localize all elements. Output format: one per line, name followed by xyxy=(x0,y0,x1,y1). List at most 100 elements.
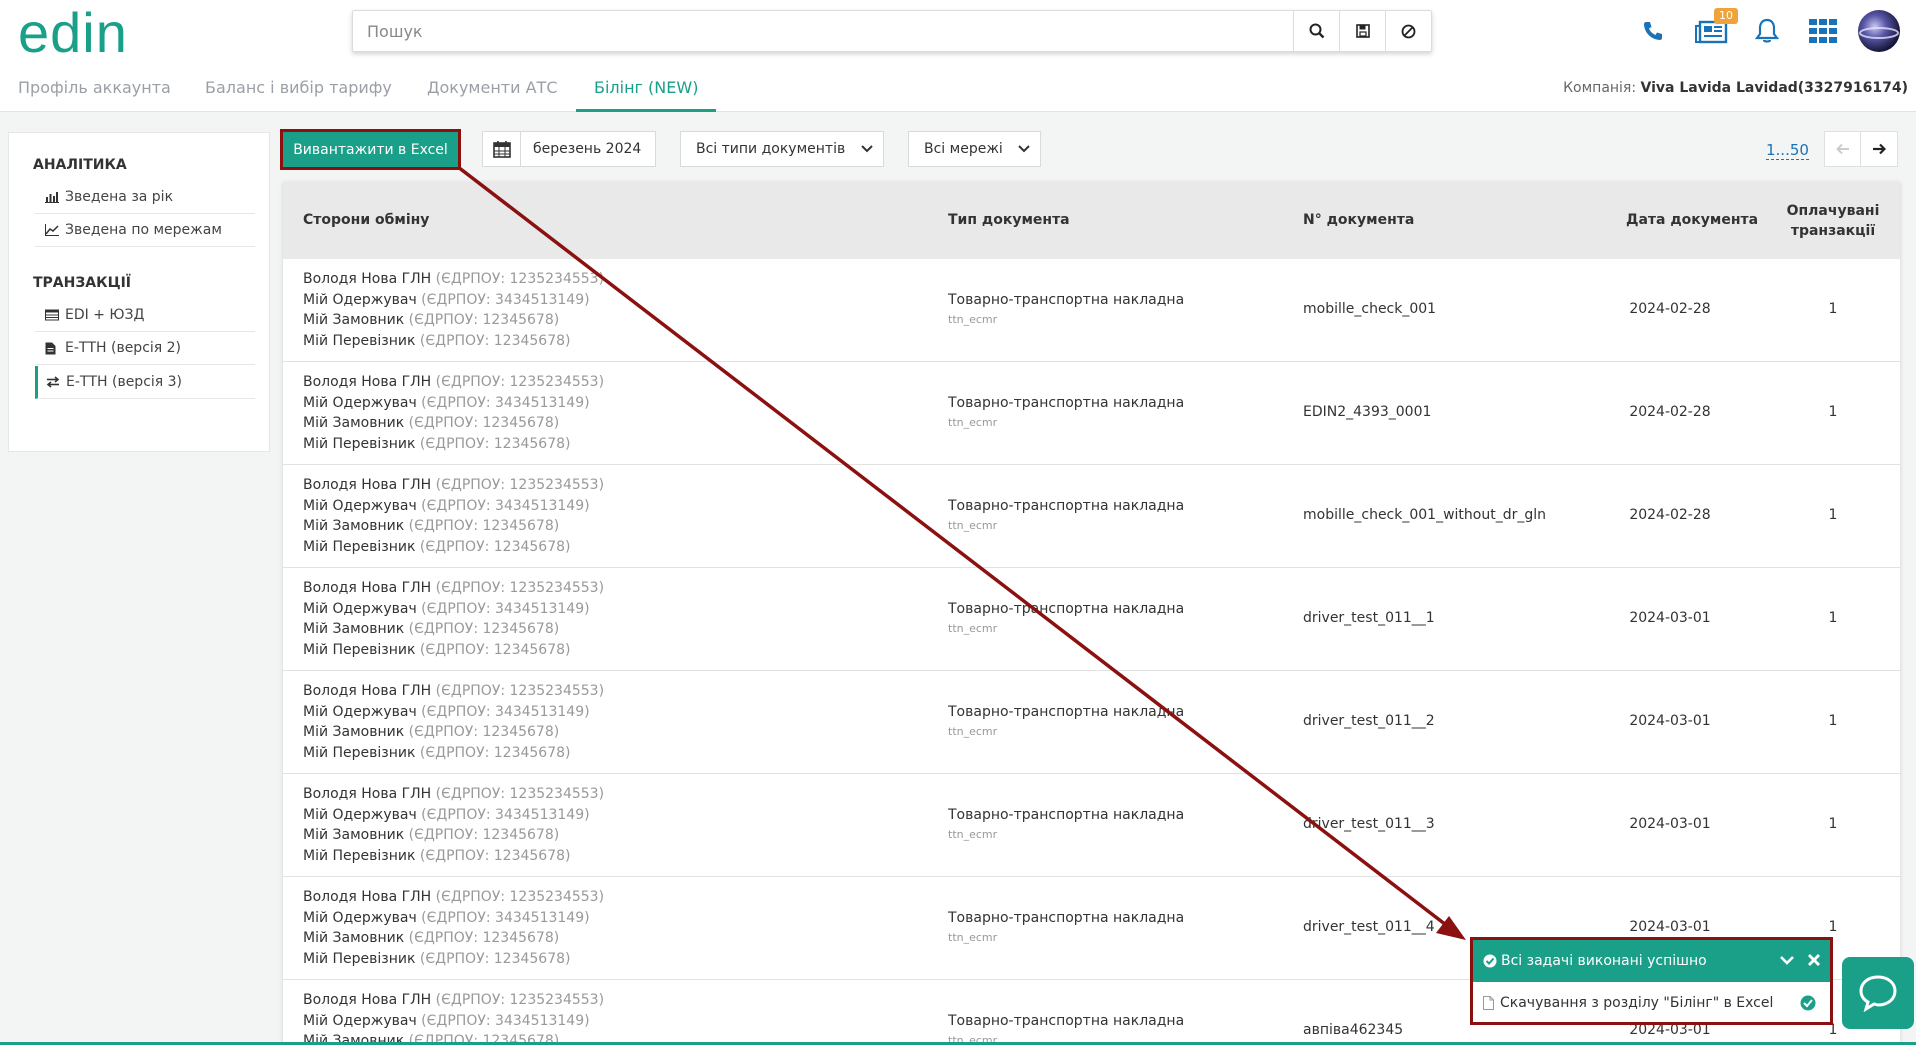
close-icon[interactable] xyxy=(1807,953,1821,967)
party-name: Мій Одержувач xyxy=(303,600,417,617)
news-button[interactable]: 10 xyxy=(1692,8,1738,54)
apps-menu-button[interactable] xyxy=(1806,8,1840,54)
apps-grid-icon xyxy=(1809,19,1837,43)
party-code: (ЄДРПОУ: 3434513149) xyxy=(421,394,590,411)
calendar-icon[interactable] xyxy=(483,132,521,166)
sidebar-item-yearly-summary[interactable]: Зведена за рік xyxy=(35,181,255,214)
party-name: Мій Одержувач xyxy=(303,703,417,720)
header-paid-transactions: Оплачувані транзакції xyxy=(1783,201,1883,241)
tab-balance-tariff[interactable]: Баланс і вибір тарифу xyxy=(205,64,392,112)
doc-number-cell: driver_test_011__1 xyxy=(1303,610,1435,626)
collapse-chevron-icon[interactable] xyxy=(1779,953,1795,967)
party-code: (ЄДРПОУ: 3434513149) xyxy=(421,1012,590,1029)
party-name: Мій Замовник xyxy=(303,930,405,946)
pagination-range[interactable]: 1...50 xyxy=(1766,141,1809,160)
sidebar-item-network-summary[interactable]: Зведена по мережам xyxy=(35,214,255,247)
notifications-button[interactable] xyxy=(1752,8,1782,54)
party-code: (ЄДРПОУ: 3434513149) xyxy=(421,600,590,617)
party-code: (ЄДРПОУ: 1235234553) xyxy=(435,889,605,905)
search-icon xyxy=(1309,23,1324,39)
party-name: Мій Одержувач xyxy=(303,909,417,926)
party-name: Володя Нова ГЛН xyxy=(303,271,432,287)
table-row[interactable]: Володя Нова ГЛН (ЄДРПОУ: 1235234553) Мій … xyxy=(283,671,1900,774)
table-icon xyxy=(45,309,63,321)
notification-title: Всі задачі виконані успішно xyxy=(1501,953,1707,969)
party-code: (ЄДРПОУ: 3434513149) xyxy=(421,806,590,823)
table-row[interactable]: Володя Нова ГЛН (ЄДРПОУ: 1235234553) Мій … xyxy=(283,362,1900,465)
search-input[interactable] xyxy=(353,11,1293,51)
party-code: (ЄДРПОУ: 1235234553) xyxy=(435,580,605,596)
header-paid-line-2: транзакції xyxy=(1790,223,1876,239)
party-line: Мій Замовник (ЄДРПОУ: 12345678) xyxy=(303,928,604,949)
doc-number-cell: driver_test_011__4 xyxy=(1303,919,1435,935)
party-line: Володя Нова ГЛН (ЄДРПОУ: 1235234553) xyxy=(303,269,604,290)
sidebar-item-ettn-v3[interactable]: Е-ТТН (версія 3) xyxy=(35,366,255,399)
tab-billing-new[interactable]: Білінг (NEW) xyxy=(576,64,717,112)
party-name: Мій Замовник xyxy=(303,415,405,431)
party-code: (ЄДРПОУ: 1235234553) xyxy=(435,271,605,287)
party-line: Мій Замовник (ЄДРПОУ: 12345678) xyxy=(303,413,604,434)
period-picker[interactable]: березень 2024 xyxy=(482,131,656,167)
party-name: Володя Нова ГЛН xyxy=(303,992,432,1008)
doc-number-cell: авпіва462345 xyxy=(1303,1022,1404,1038)
account-tabs: Профіль аккаунта Баланс і вибір тарифу Д… xyxy=(0,64,1916,112)
party-name: Мій Замовник xyxy=(303,518,405,534)
doc-type-cell: Товарно-транспортна накладна xyxy=(948,601,1185,617)
paid-transactions-cell: 1 xyxy=(1828,301,1838,317)
table-row[interactable]: Володя Нова ГЛН (ЄДРПОУ: 1235234553) Мій … xyxy=(283,774,1900,877)
party-code: (ЄДРПОУ: 12345678) xyxy=(408,415,560,431)
clear-icon xyxy=(1401,24,1416,38)
document-icon xyxy=(45,342,63,355)
table-row[interactable]: Володя Нова ГЛН (ЄДРПОУ: 1235234553) Мій … xyxy=(283,465,1900,568)
notification-task-text: Скачування з розділу "Білінг" в Excel xyxy=(1500,995,1774,1011)
chat-button[interactable] xyxy=(1842,957,1914,1029)
header-doc-type: Тип документа xyxy=(948,212,1070,228)
doc-type-select[interactable]: Всі типи документів xyxy=(680,131,884,167)
clear-search-button[interactable] xyxy=(1385,11,1431,51)
doc-number-cell: driver_test_011__2 xyxy=(1303,713,1435,729)
party-name: Мій Одержувач xyxy=(303,394,417,411)
paid-transactions-cell: 1 xyxy=(1828,816,1838,832)
paid-transactions-cell: 1 xyxy=(1828,713,1838,729)
tab-account-profile[interactable]: Профіль аккаунта xyxy=(18,64,171,112)
parties-cell: Володя Нова ГЛН (ЄДРПОУ: 1235234553) Мій … xyxy=(303,784,604,866)
export-excel-button[interactable]: Вивантажити в Excel xyxy=(280,129,461,170)
party-code: (ЄДРПОУ: 12345678) xyxy=(419,641,571,658)
party-name: Мій Перевізник xyxy=(303,332,416,349)
party-line: Мій Перевізник (ЄДРПОУ: 12345678) xyxy=(303,331,604,352)
avatar-image xyxy=(1858,10,1900,52)
doc-code-cell: ttn_ecmr xyxy=(948,313,998,326)
company-name: Viva Lavida Lavidad(3327916174) xyxy=(1640,80,1908,96)
user-avatar[interactable] xyxy=(1856,8,1902,54)
parties-cell: Володя Нова ГЛН (ЄДРПОУ: 1235234553) Мій … xyxy=(303,372,604,454)
prev-page-button[interactable] xyxy=(1824,131,1862,167)
party-name: Мій Одержувач xyxy=(303,1012,417,1029)
party-line: Володя Нова ГЛН (ЄДРПОУ: 1235234553) xyxy=(303,990,604,1011)
network-select[interactable]: Всі мережі xyxy=(908,131,1041,167)
parties-cell: Володя Нова ГЛН (ЄДРПОУ: 1235234553) Мій … xyxy=(303,887,604,969)
header-parties: Сторони обміну xyxy=(303,212,430,228)
doc-type-cell: Товарно-транспортна накладна xyxy=(948,498,1185,514)
next-page-button[interactable] xyxy=(1860,131,1898,167)
party-line: Мій Замовник (ЄДРПОУ: 12345678) xyxy=(303,619,604,640)
table-row[interactable]: Володя Нова ГЛН (ЄДРПОУ: 1235234553) Мій … xyxy=(283,568,1900,671)
party-line: Мій Перевізник (ЄДРПОУ: 12345678) xyxy=(303,537,604,558)
doc-date-cell: 2024-02-28 xyxy=(1629,301,1711,317)
table-row[interactable]: Володя Нова ГЛН (ЄДРПОУ: 1235234553) Мій … xyxy=(283,259,1900,362)
sidebar-item-edi-yuzd[interactable]: EDI + ЮЗД xyxy=(35,299,255,332)
arrow-left-icon xyxy=(1836,143,1849,155)
table-header: Сторони обміну Тип документа N° документ… xyxy=(283,182,1900,259)
edin-logo[interactable]: edin xyxy=(18,5,128,61)
paid-transactions-cell: 1 xyxy=(1828,610,1838,626)
party-code: (ЄДРПОУ: 1235234553) xyxy=(435,786,605,802)
sidebar-item-ettn-v2[interactable]: Е-ТТН (версія 2) xyxy=(35,332,255,365)
search-button[interactable] xyxy=(1293,11,1339,51)
party-name: Володя Нова ГЛН xyxy=(303,683,432,699)
save-search-button[interactable] xyxy=(1339,11,1385,51)
party-line: Володя Нова ГЛН (ЄДРПОУ: 1235234553) xyxy=(303,372,604,393)
phone-button[interactable] xyxy=(1636,8,1670,54)
sidebar-item-label: EDI + ЮЗД xyxy=(65,307,145,323)
party-line: Мій Одержувач (ЄДРПОУ: 3434513149) xyxy=(303,908,604,929)
tab-ats-documents[interactable]: Документи АТС xyxy=(427,64,558,112)
party-line: Мій Перевізник (ЄДРПОУ: 12345678) xyxy=(303,949,604,970)
